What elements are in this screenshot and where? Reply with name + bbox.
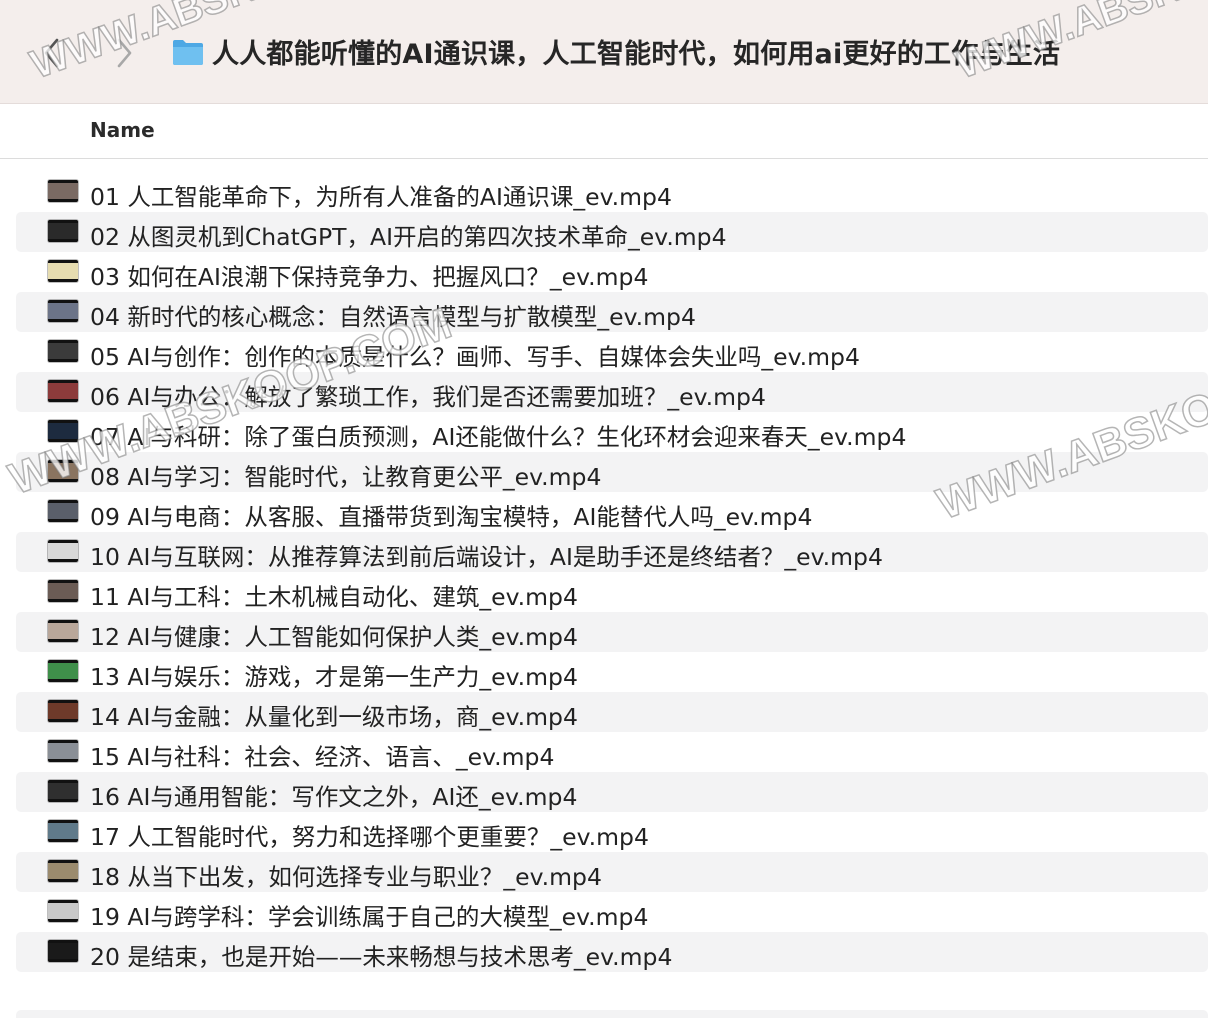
video-thumbnail-icon (48, 820, 78, 842)
chevron-left-icon (44, 38, 59, 68)
file-row[interactable]: 02 从图灵机到ChatGPT，AI开启的第四次技术革命_ev.mp4 (16, 212, 1208, 252)
video-thumbnail-icon (48, 380, 78, 402)
file-name: 07 AI与科研：除了蛋白质预测，AI还能做什么？生化环材会迎来春天_ev.mp… (90, 423, 907, 451)
file-name: 16 AI与通用智能：写作文之外，AI还_ev.mp4 (90, 783, 578, 811)
video-thumbnail-icon (48, 740, 78, 762)
file-name: 04 新时代的核心概念：自然语言模型与扩散模型_ev.mp4 (90, 303, 696, 331)
video-thumbnail-icon (48, 420, 78, 442)
file-row[interactable]: 14 AI与金融：从量化到一级市场，商_ev.mp4 (16, 692, 1208, 732)
file-row[interactable]: 19 AI与跨学科：学会训练属于自己的大模型_ev.mp4 (16, 892, 1208, 932)
file-row[interactable]: 08 AI与学习：智能时代，让教育更公平_ev.mp4 (16, 452, 1208, 492)
file-name: 03 如何在AI浪潮下保持竞争力、把握风口？_ev.mp4 (90, 263, 649, 291)
file-row[interactable]: 20 是结束，也是开始——未来畅想与技术思考_ev.mp4 (16, 932, 1208, 972)
file-row[interactable]: 04 新时代的核心概念：自然语言模型与扩散模型_ev.mp4 (16, 292, 1208, 332)
file-name: 13 AI与娱乐：游戏，才是第一生产力_ev.mp4 (90, 663, 578, 691)
folder-icon (173, 40, 203, 65)
file-name: 08 AI与学习：智能时代，让教育更公平_ev.mp4 (90, 463, 602, 491)
video-thumbnail-icon (48, 940, 78, 962)
video-thumbnail-icon (48, 180, 78, 202)
finder-window: 人人都能听懂的AI通识课，人工智能时代，如何用ai更好的工作与生活 Name 0… (0, 0, 1208, 1018)
file-name: 11 AI与工科：土木机械自动化、建筑_ev.mp4 (90, 583, 578, 611)
file-name: 02 从图灵机到ChatGPT，AI开启的第四次技术革命_ev.mp4 (90, 223, 727, 251)
file-name: 12 AI与健康：人工智能如何保护人类_ev.mp4 (90, 623, 578, 651)
file-row[interactable]: 01 人工智能革命下，为所有人准备的AI通识课_ev.mp4 (16, 172, 1208, 212)
back-button[interactable] (38, 33, 66, 73)
video-thumbnail-icon (48, 900, 78, 922)
file-row[interactable]: 18 从当下出发，如何选择专业与职业？_ev.mp4 (16, 852, 1208, 892)
file-row[interactable]: 16 AI与通用智能：写作文之外，AI还_ev.mp4 (16, 772, 1208, 812)
forward-button[interactable] (110, 33, 138, 73)
file-row[interactable]: 06 AI与办公：解放了繁琐工作，我们是否还需要加班？_ev.mp4 (16, 372, 1208, 412)
video-thumbnail-icon (48, 220, 78, 242)
video-thumbnail-icon (48, 340, 78, 362)
file-row[interactable]: 13 AI与娱乐：游戏，才是第一生产力_ev.mp4 (16, 652, 1208, 692)
file-row[interactable]: 03 如何在AI浪潮下保持竞争力、把握风口？_ev.mp4 (16, 252, 1208, 292)
chevron-right-icon (117, 38, 132, 68)
file-name: 01 人工智能革命下，为所有人准备的AI通识课_ev.mp4 (90, 183, 672, 211)
video-thumbnail-icon (48, 580, 78, 602)
toolbar: 人人都能听懂的AI通识课，人工智能时代，如何用ai更好的工作与生活 (0, 0, 1208, 104)
file-row[interactable]: 17 人工智能时代，努力和选择哪个更重要？_ev.mp4 (16, 812, 1208, 852)
file-name: 17 人工智能时代，努力和选择哪个更重要？_ev.mp4 (90, 823, 649, 851)
video-thumbnail-icon (48, 500, 78, 522)
column-header: Name (0, 104, 1208, 159)
file-row[interactable]: 10 AI与互联网：从推荐算法到前后端设计，AI是助手还是终结者？_ev.mp4 (16, 532, 1208, 572)
file-name: 19 AI与跨学科：学会训练属于自己的大模型_ev.mp4 (90, 903, 649, 931)
file-row[interactable]: 11 AI与工科：土木机械自动化、建筑_ev.mp4 (16, 572, 1208, 612)
file-list-footer (16, 1010, 1208, 1018)
video-thumbnail-icon (48, 540, 78, 562)
window-title: 人人都能听懂的AI通识课，人工智能时代，如何用ai更好的工作与生活 (212, 39, 1061, 70)
file-name: 14 AI与金融：从量化到一级市场，商_ev.mp4 (90, 703, 578, 731)
file-name: 20 是结束，也是开始——未来畅想与技术思考_ev.mp4 (90, 943, 673, 971)
video-thumbnail-icon (48, 260, 78, 282)
file-name: 10 AI与互联网：从推荐算法到前后端设计，AI是助手还是终结者？_ev.mp4 (90, 543, 883, 571)
file-name: 15 AI与社科：社会、经济、语言、_ev.mp4 (90, 743, 555, 771)
video-thumbnail-icon (48, 780, 78, 802)
name-column-header[interactable]: Name (90, 118, 155, 142)
file-name: 06 AI与办公：解放了繁琐工作，我们是否还需要加班？_ev.mp4 (90, 383, 766, 411)
video-thumbnail-icon (48, 660, 78, 682)
file-list: 01 人工智能革命下，为所有人准备的AI通识课_ev.mp4 02 从图灵机到Ch… (16, 172, 1208, 972)
file-name: 09 AI与电商：从客服、直播带货到淘宝模特，AI能替代人吗_ev.mp4 (90, 503, 813, 531)
video-thumbnail-icon (48, 860, 78, 882)
file-row[interactable]: 09 AI与电商：从客服、直播带货到淘宝模特，AI能替代人吗_ev.mp4 (16, 492, 1208, 532)
video-thumbnail-icon (48, 460, 78, 482)
file-name: 18 从当下出发，如何选择专业与职业？_ev.mp4 (90, 863, 602, 891)
file-row[interactable]: 15 AI与社科：社会、经济、语言、_ev.mp4 (16, 732, 1208, 772)
video-thumbnail-icon (48, 300, 78, 322)
file-row[interactable]: 12 AI与健康：人工智能如何保护人类_ev.mp4 (16, 612, 1208, 652)
file-name: 05 AI与创作：创作的本质是什么？画师、写手、自媒体会失业吗_ev.mp4 (90, 343, 860, 371)
file-row[interactable]: 07 AI与科研：除了蛋白质预测，AI还能做什么？生化环材会迎来春天_ev.mp… (16, 412, 1208, 452)
file-row[interactable]: 05 AI与创作：创作的本质是什么？画师、写手、自媒体会失业吗_ev.mp4 (16, 332, 1208, 372)
video-thumbnail-icon (48, 700, 78, 722)
video-thumbnail-icon (48, 620, 78, 642)
